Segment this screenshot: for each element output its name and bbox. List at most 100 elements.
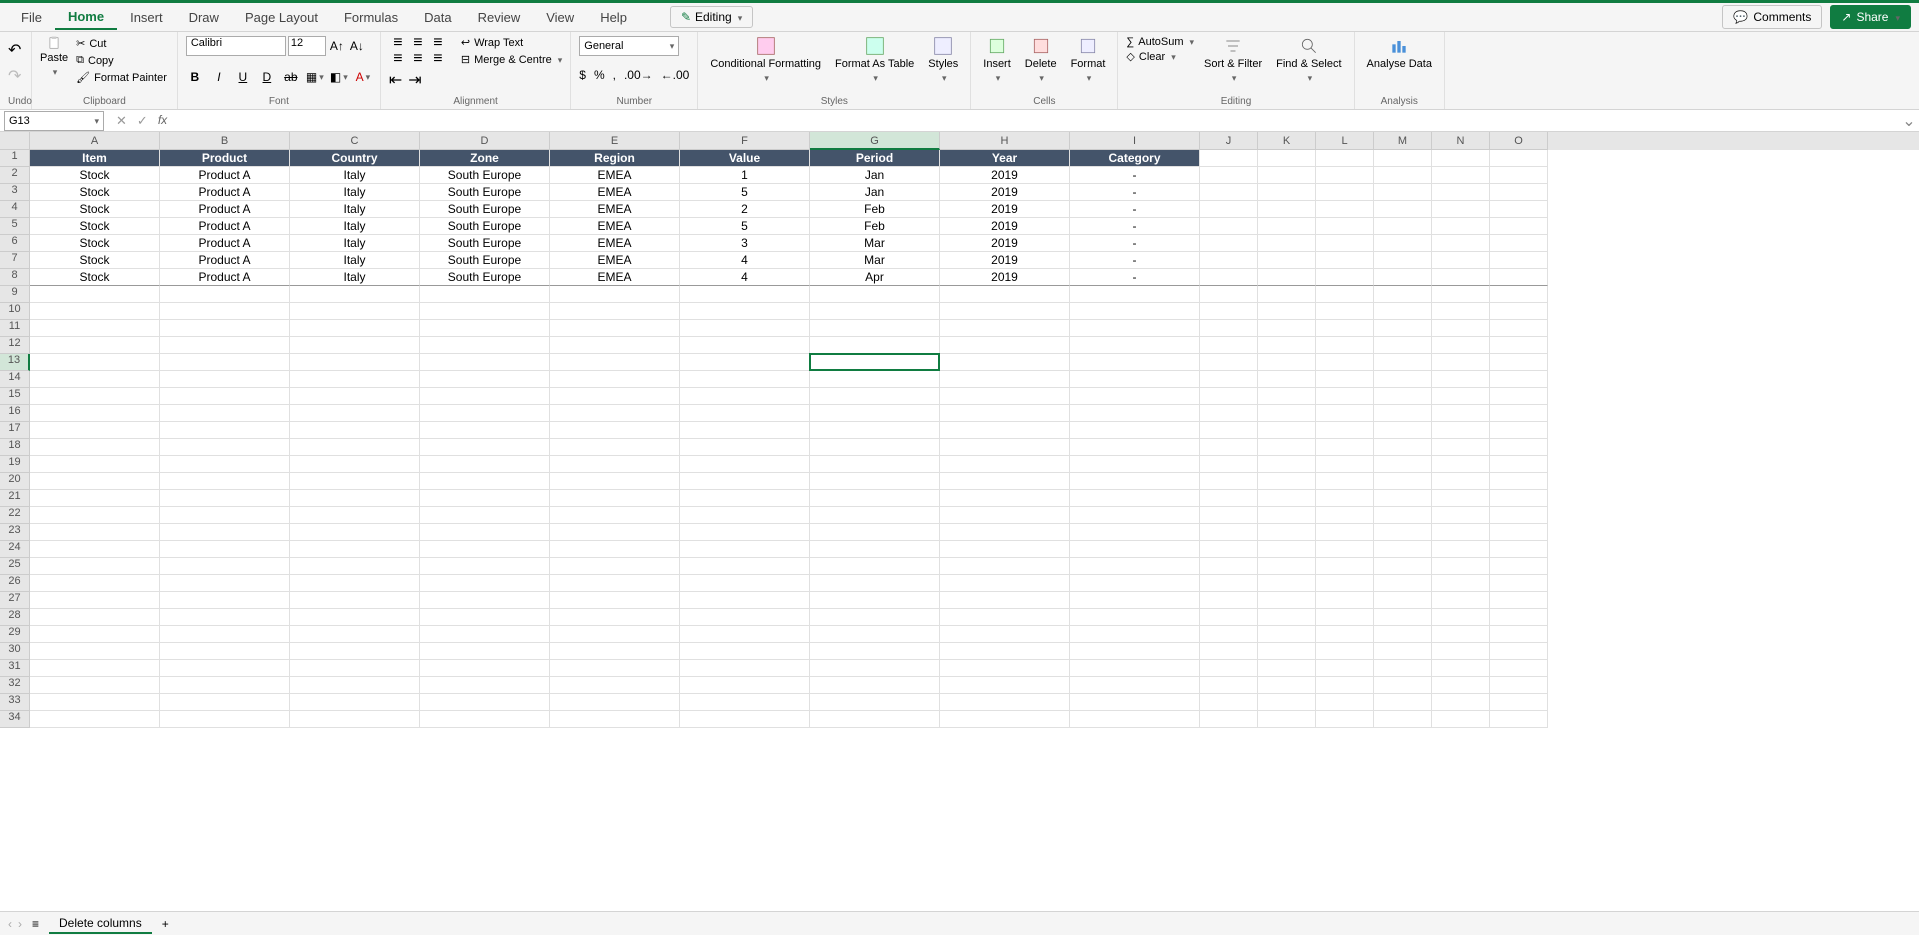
cell-B13[interactable] xyxy=(160,354,290,371)
cell-C8[interactable]: Italy xyxy=(290,269,420,286)
cell-B8[interactable]: Product A xyxy=(160,269,290,286)
row-header-7[interactable]: 7 xyxy=(0,252,30,269)
cell-M10[interactable] xyxy=(1374,303,1432,320)
cell-I23[interactable] xyxy=(1070,524,1200,541)
menu-review[interactable]: Review xyxy=(465,6,534,29)
cell-J27[interactable] xyxy=(1200,592,1258,609)
cell-O5[interactable] xyxy=(1490,218,1548,235)
cell-L18[interactable] xyxy=(1316,439,1374,456)
cell-C4[interactable]: Italy xyxy=(290,201,420,218)
row-header-11[interactable]: 11 xyxy=(0,320,30,337)
cell-L17[interactable] xyxy=(1316,422,1374,439)
align-bottom-icon[interactable]: ≡ xyxy=(429,36,447,50)
cell-H1[interactable]: Year xyxy=(940,150,1070,167)
cell-M23[interactable] xyxy=(1374,524,1432,541)
cell-N22[interactable] xyxy=(1432,507,1490,524)
cell-K34[interactable] xyxy=(1258,711,1316,728)
cell-C2[interactable]: Italy xyxy=(290,167,420,184)
row-header-13[interactable]: 13 xyxy=(0,354,30,371)
column-header-B[interactable]: B xyxy=(160,132,290,150)
cell-J13[interactable] xyxy=(1200,354,1258,371)
cell-E27[interactable] xyxy=(550,592,680,609)
cell-L8[interactable] xyxy=(1316,269,1374,286)
row-header-2[interactable]: 2 xyxy=(0,167,30,184)
cell-N23[interactable] xyxy=(1432,524,1490,541)
cell-M28[interactable] xyxy=(1374,609,1432,626)
cell-F23[interactable] xyxy=(680,524,810,541)
cell-H5[interactable]: 2019 xyxy=(940,218,1070,235)
font-color-button[interactable]: A xyxy=(354,68,372,86)
cell-L10[interactable] xyxy=(1316,303,1374,320)
cell-H33[interactable] xyxy=(940,694,1070,711)
comma-button[interactable]: , xyxy=(613,68,616,82)
cell-N30[interactable] xyxy=(1432,643,1490,660)
cell-N19[interactable] xyxy=(1432,456,1490,473)
cell-E30[interactable] xyxy=(550,643,680,660)
cell-B9[interactable] xyxy=(160,286,290,303)
cell-I33[interactable] xyxy=(1070,694,1200,711)
cell-M29[interactable] xyxy=(1374,626,1432,643)
merge-centre-button[interactable]: ⊟Merge & Centre xyxy=(461,53,562,66)
row-header-3[interactable]: 3 xyxy=(0,184,30,201)
font-size-select[interactable]: 12 xyxy=(288,36,326,56)
row-header-8[interactable]: 8 xyxy=(0,269,30,286)
cell-F26[interactable] xyxy=(680,575,810,592)
cut-button[interactable]: ✂Cut xyxy=(74,36,169,51)
cell-M5[interactable] xyxy=(1374,218,1432,235)
cell-A2[interactable]: Stock xyxy=(30,167,160,184)
cell-K4[interactable] xyxy=(1258,201,1316,218)
cell-H28[interactable] xyxy=(940,609,1070,626)
cell-K25[interactable] xyxy=(1258,558,1316,575)
cell-N31[interactable] xyxy=(1432,660,1490,677)
cell-F8[interactable]: 4 xyxy=(680,269,810,286)
cell-B31[interactable] xyxy=(160,660,290,677)
cell-D11[interactable] xyxy=(420,320,550,337)
cell-O2[interactable] xyxy=(1490,167,1548,184)
cell-H4[interactable]: 2019 xyxy=(940,201,1070,218)
cell-C23[interactable] xyxy=(290,524,420,541)
cell-G5[interactable]: Feb xyxy=(810,218,940,235)
cell-F7[interactable]: 4 xyxy=(680,252,810,269)
row-header-14[interactable]: 14 xyxy=(0,371,30,388)
bold-button[interactable]: B xyxy=(186,68,204,86)
cell-G9[interactable] xyxy=(810,286,940,303)
cell-M32[interactable] xyxy=(1374,677,1432,694)
cell-D29[interactable] xyxy=(420,626,550,643)
cell-A10[interactable] xyxy=(30,303,160,320)
cell-I14[interactable] xyxy=(1070,371,1200,388)
cell-D20[interactable] xyxy=(420,473,550,490)
cell-K9[interactable] xyxy=(1258,286,1316,303)
cell-O28[interactable] xyxy=(1490,609,1548,626)
cell-N29[interactable] xyxy=(1432,626,1490,643)
cell-E13[interactable] xyxy=(550,354,680,371)
cell-M25[interactable] xyxy=(1374,558,1432,575)
prev-sheet-icon[interactable]: ‹ xyxy=(8,917,12,931)
cell-O13[interactable] xyxy=(1490,354,1548,371)
number-format-select[interactable]: General xyxy=(579,36,679,56)
row-header-25[interactable]: 25 xyxy=(0,558,30,575)
cell-L20[interactable] xyxy=(1316,473,1374,490)
cell-J17[interactable] xyxy=(1200,422,1258,439)
cell-J11[interactable] xyxy=(1200,320,1258,337)
fill-color-button[interactable]: ◧ xyxy=(330,68,348,86)
cell-L22[interactable] xyxy=(1316,507,1374,524)
cell-D3[interactable]: South Europe xyxy=(420,184,550,201)
cell-I15[interactable] xyxy=(1070,388,1200,405)
cell-L1[interactable] xyxy=(1316,150,1374,167)
cell-O30[interactable] xyxy=(1490,643,1548,660)
add-sheet-icon[interactable]: + xyxy=(162,917,169,931)
cell-O31[interactable] xyxy=(1490,660,1548,677)
cell-I28[interactable] xyxy=(1070,609,1200,626)
cell-O12[interactable] xyxy=(1490,337,1548,354)
cell-B21[interactable] xyxy=(160,490,290,507)
cell-I7[interactable]: - xyxy=(1070,252,1200,269)
cell-A14[interactable] xyxy=(30,371,160,388)
cell-J8[interactable] xyxy=(1200,269,1258,286)
row-header-20[interactable]: 20 xyxy=(0,473,30,490)
cell-B16[interactable] xyxy=(160,405,290,422)
menu-insert[interactable]: Insert xyxy=(117,6,176,29)
row-header-17[interactable]: 17 xyxy=(0,422,30,439)
cell-N15[interactable] xyxy=(1432,388,1490,405)
cell-M12[interactable] xyxy=(1374,337,1432,354)
cell-C18[interactable] xyxy=(290,439,420,456)
